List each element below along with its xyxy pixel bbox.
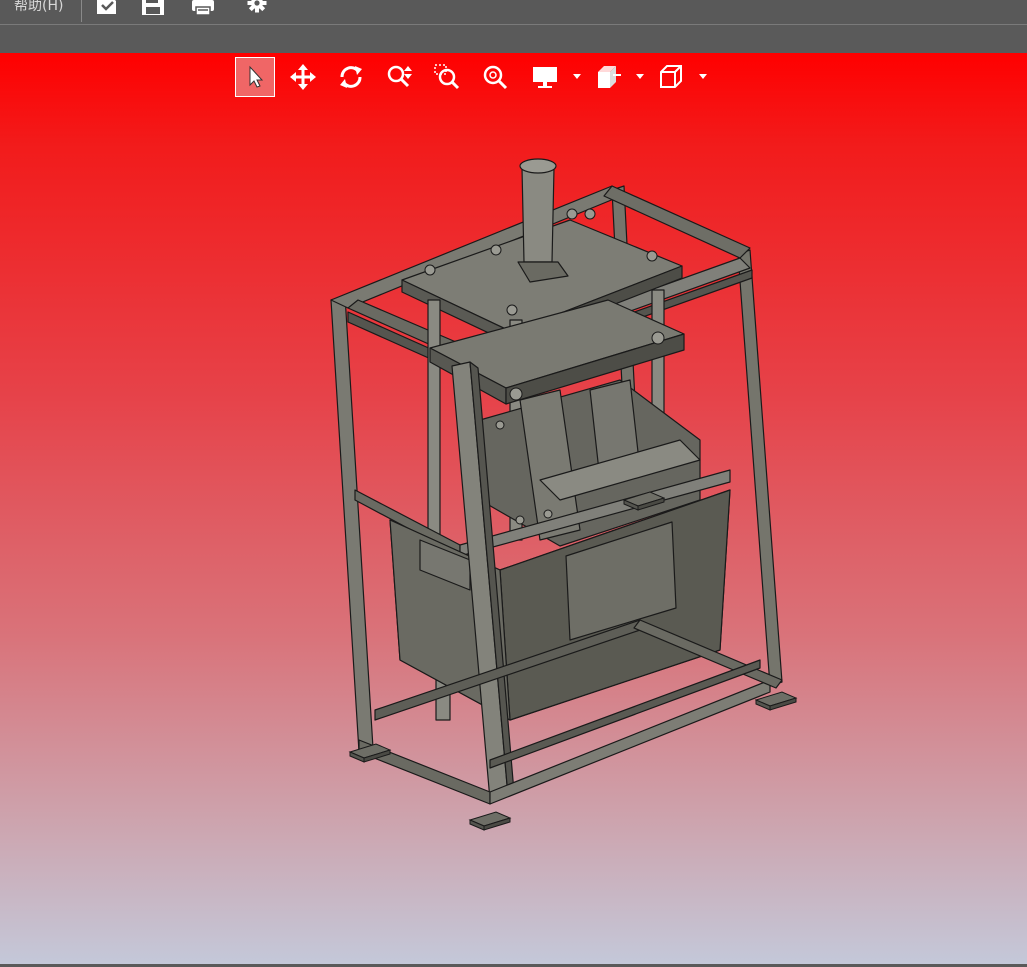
section-tool[interactable] [589,57,629,97]
zoom-updown-icon [387,65,412,88]
open-document-icon[interactable] [94,0,120,16]
menu-help[interactable]: 帮助(H) [14,0,63,15]
display-mode-tool[interactable] [525,57,565,97]
zoom-fit-icon [483,65,508,90]
monitor-icon [533,67,557,88]
menu-bar: 帮助(H) [0,0,1027,24]
select-tool[interactable] [235,57,275,97]
section-cut-icon [598,66,621,88]
chevron-down-icon[interactable] [699,74,707,80]
print-icon[interactable] [190,0,216,16]
view-toolbar [235,57,715,97]
secondary-toolbar-strip [0,24,1027,53]
zoom-window-tool[interactable] [427,57,467,97]
zoom-window-icon [434,64,460,90]
view-cube-tool[interactable] [651,57,691,97]
menu-separator [81,0,82,22]
chevron-down-icon[interactable] [573,74,581,80]
arrow-cursor-icon [249,65,264,88]
rotate-tool[interactable] [331,57,371,97]
chevron-down-icon[interactable] [636,74,644,80]
zoom-fit-tool[interactable] [475,57,515,97]
pan-tool[interactable] [283,57,323,97]
save-icon[interactable] [140,0,166,16]
cube-view-icon [660,65,682,88]
settings-gear-icon[interactable] [244,0,270,16]
four-way-move-icon [290,64,316,90]
zoom-tool[interactable] [379,57,419,97]
rotate-arrows-icon [340,66,362,88]
3d-viewport[interactable] [0,53,1027,964]
machine-3d-model[interactable] [0,53,1027,964]
